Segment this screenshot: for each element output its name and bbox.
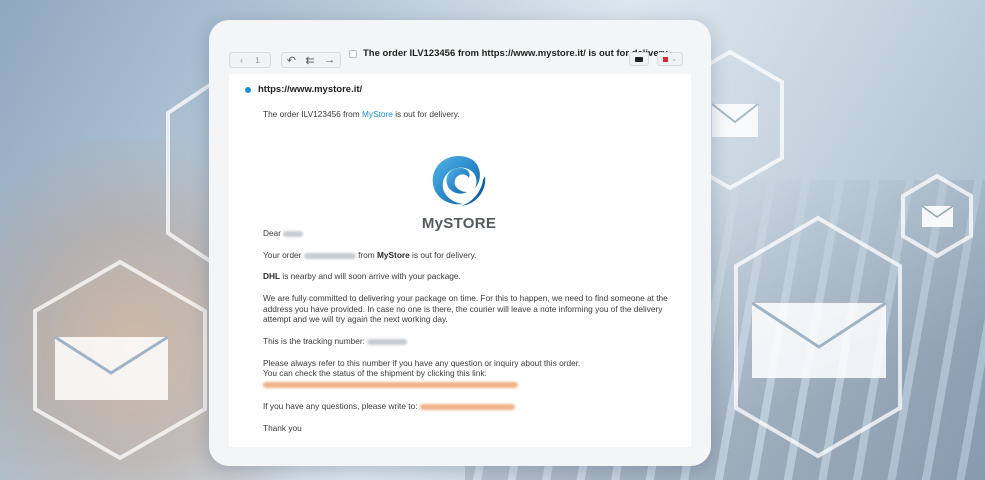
refer-line: Please always refer to this number if yo…: [263, 358, 581, 368]
printer-icon: [635, 56, 643, 62]
tracking-link-line: [263, 379, 673, 390]
email-body: https://www.mystore.it/ The order ILV123…: [229, 74, 691, 447]
carrier-line: DHL is nearby and will soon arrive with …: [263, 271, 673, 282]
unread-dot-icon: [245, 86, 251, 93]
redacted-tracking-link[interactable]: [263, 381, 518, 388]
subject-text: The order ILV123456 from https://www.mys…: [363, 48, 670, 59]
print-button[interactable]: [629, 52, 649, 66]
pager-number: 1: [255, 55, 260, 65]
intro-suffix: is out for delivery.: [392, 109, 460, 119]
order-suffix: is out for delivery.: [412, 250, 477, 260]
mail-window: ‹ 1 ↶ ⇇ → The order ILV123456 from https…: [209, 20, 711, 466]
reply-all-icon[interactable]: ⇇: [305, 54, 314, 67]
tracking-line: This is the tracking number:: [263, 336, 673, 347]
select-checkbox[interactable]: [349, 49, 357, 58]
check-line: You can check the status of the shipment…: [263, 368, 487, 378]
sign-off: Thank you: [263, 423, 302, 433]
intro-line: The order ILV123456 from MyStore is out …: [263, 109, 673, 120]
redacted-tracking-number: [367, 338, 408, 345]
mail-toolbar: ‹ 1 ↶ ⇇ → The order ILV123456 from https…: [229, 46, 691, 74]
flag-icon: [663, 56, 669, 62]
mystore-logo: MySTORE: [414, 152, 504, 232]
envelope-icon: [54, 335, 169, 400]
order-line: Your order from MyStore is out for deliv…: [263, 250, 673, 261]
pager-prev-button[interactable]: ‹: [240, 56, 243, 65]
pager[interactable]: ‹ 1: [229, 52, 271, 68]
redacted-email-link[interactable]: [419, 403, 515, 410]
store-link[interactable]: MyStore: [362, 109, 393, 119]
questions-line: If you have any questions, please write …: [263, 401, 673, 412]
redacted-order-number: [303, 252, 356, 259]
intro-prefix: The order ILV123456 from: [263, 109, 363, 119]
chevron-down-icon: ⌄: [671, 56, 677, 63]
reply-icon[interactable]: ↶: [287, 54, 296, 67]
redacted-name: [283, 230, 304, 237]
message-subject: The order ILV123456 from https://www.mys…: [349, 48, 670, 59]
carrier-name: DHL: [263, 271, 281, 281]
commitment-paragraph: We are fully committed to delivering you…: [263, 293, 668, 324]
order-store: MyStore: [377, 250, 410, 260]
toolbar-right: ⌄: [629, 52, 683, 66]
envelope-icon: [921, 205, 954, 227]
tracking-label: This is the tracking number:: [263, 336, 365, 346]
flag-button[interactable]: ⌄: [657, 52, 683, 66]
order-prefix: Your order: [263, 250, 302, 260]
forward-icon[interactable]: →: [324, 54, 335, 66]
sender-address: https://www.mystore.it/: [258, 84, 363, 95]
order-middle: from: [358, 250, 375, 260]
sender-row: https://www.mystore.it/: [245, 84, 362, 95]
greeting-line: Dear: [263, 228, 673, 239]
envelope-icon: [751, 301, 887, 378]
carrier-text: is nearby and will soon arrive with your…: [280, 271, 461, 281]
questions-label: If you have any questions, please write …: [263, 401, 418, 411]
greeting: Dear: [263, 228, 281, 238]
mystore-logo-icon: [432, 156, 486, 206]
envelope-icon: [711, 103, 759, 137]
reply-actions: ↶ ⇇ →: [281, 52, 341, 68]
